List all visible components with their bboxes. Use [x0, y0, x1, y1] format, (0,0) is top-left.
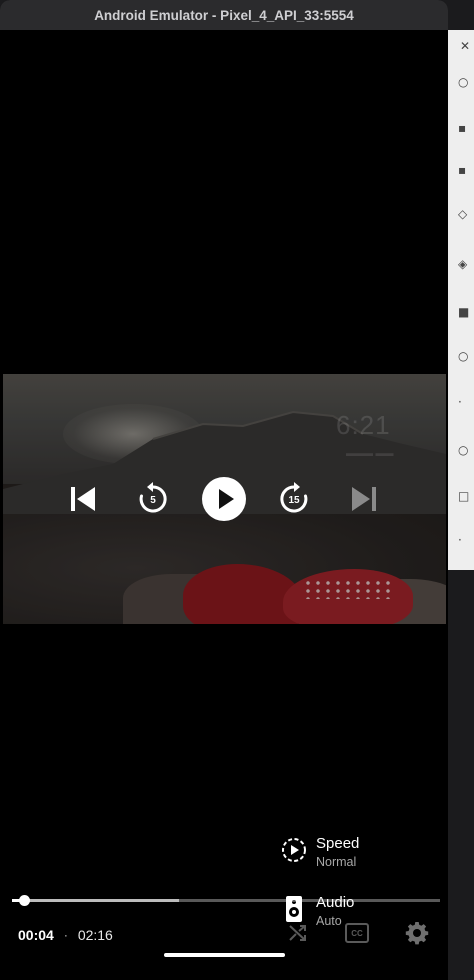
close-icon[interactable]: ✕	[460, 38, 474, 54]
shuffle-icon	[289, 925, 306, 941]
screenshot-icon[interactable]: ■	[458, 304, 474, 320]
speed-icon	[274, 830, 314, 870]
zoom-icon[interactable]: ○	[458, 348, 474, 364]
progress-buffered	[24, 899, 179, 902]
current-time: 00:04	[18, 927, 54, 943]
forward-seconds-label: 15	[288, 494, 300, 506]
emulator-side-toolbar: ✕ ○ ▪ ▪ ◇ ◈ ■ ○ · ○ □ ·	[448, 30, 474, 570]
settings-item-label: Speed	[316, 835, 360, 852]
settings-item-speed[interactable]: Speed Normal	[274, 826, 448, 885]
skip-next-button[interactable]	[340, 474, 388, 524]
skip-previous-icon	[71, 487, 95, 511]
back-icon[interactable]: ·	[458, 394, 474, 410]
time-separator: ·	[63, 928, 68, 942]
replay-seconds-label: 5	[150, 494, 156, 506]
replay-5-button[interactable]: 5	[129, 474, 177, 524]
skip-previous-button[interactable]	[59, 474, 107, 524]
rotate-left-icon[interactable]: ◇	[458, 206, 474, 222]
window-title: Android Emulator - Pixel_4_API_33:5554	[94, 7, 354, 23]
time-display: 00:04 · 02:16	[18, 925, 113, 945]
volume-up-icon[interactable]: ▪	[458, 120, 474, 136]
home-gesture-pill[interactable]	[164, 953, 285, 957]
gear-icon	[405, 922, 429, 945]
settings-item-value: Normal	[316, 855, 357, 869]
home-icon[interactable]: ○	[458, 442, 474, 458]
desktop-background	[448, 570, 474, 980]
rotate-right-icon[interactable]: ◈	[458, 256, 474, 272]
settings-button[interactable]	[404, 920, 430, 946]
emulator-window: Android Emulator - Pixel_4_API_33:5554 6…	[0, 0, 448, 980]
forward-15-button[interactable]: 15	[270, 474, 318, 524]
play-icon	[202, 477, 246, 521]
progress-bar[interactable]	[12, 895, 440, 906]
emulator-title-bar[interactable]: Android Emulator - Pixel_4_API_33:5554	[0, 0, 448, 30]
captions-button[interactable]: CC	[345, 920, 369, 946]
shuffle-button[interactable]	[285, 920, 311, 946]
settings-item-label: Audio	[316, 894, 355, 911]
play-button[interactable]	[199, 474, 249, 524]
power-icon[interactable]: ○	[458, 74, 474, 90]
volume-down-icon[interactable]: ▪	[458, 162, 474, 178]
duration: 02:16	[77, 927, 113, 943]
captions-label: CC	[351, 928, 363, 938]
overview-icon[interactable]: □	[458, 488, 474, 504]
playback-controls: 5 15	[0, 474, 448, 524]
progress-thumb[interactable]	[18, 895, 30, 906]
more-icon[interactable]: ·	[458, 532, 474, 548]
skip-next-icon	[352, 487, 376, 511]
